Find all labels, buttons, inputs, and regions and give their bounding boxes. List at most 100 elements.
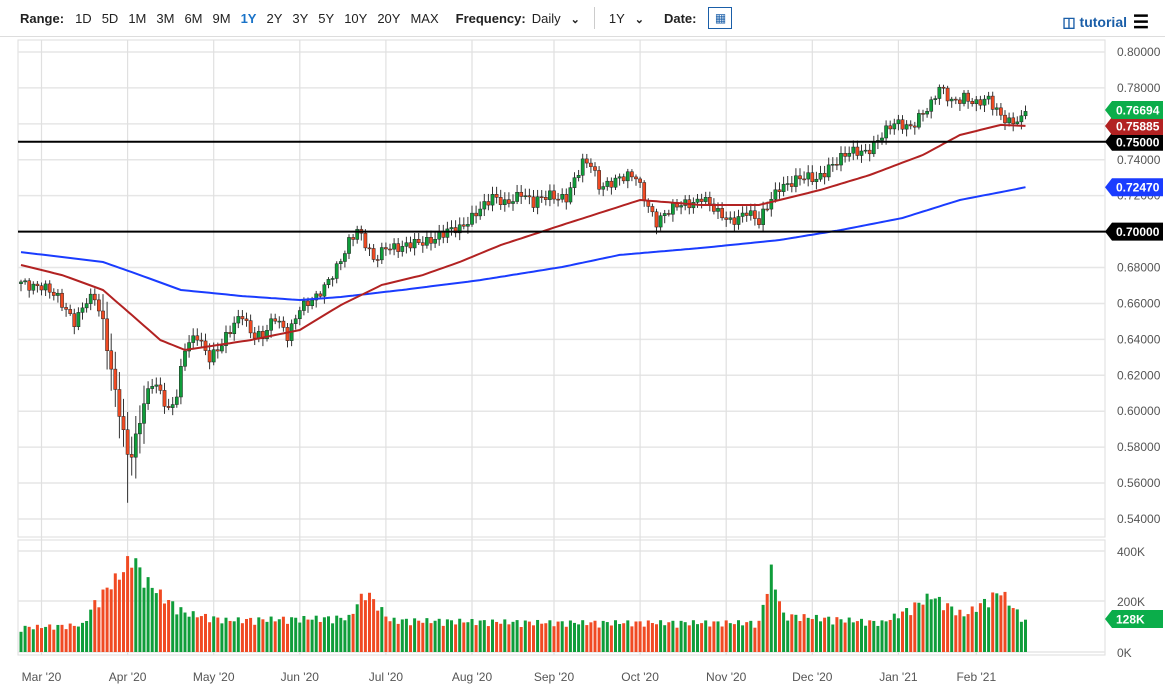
candle: [322, 284, 327, 297]
candle: [240, 316, 245, 320]
volume-bar: [708, 626, 712, 652]
candle: [880, 137, 884, 141]
candle: [937, 86, 942, 99]
price-tick-label: 0.64000: [1117, 332, 1161, 346]
volume-bar: [384, 616, 388, 652]
volume-bar: [478, 620, 482, 652]
volume-bar: [950, 606, 954, 652]
volume-bar: [134, 558, 138, 652]
candle: [802, 178, 806, 181]
tag-label: 0.70000: [1116, 225, 1160, 239]
volume-bar: [675, 627, 679, 652]
volume-bar: [581, 620, 585, 652]
candle: [400, 246, 405, 252]
volume-bar: [220, 623, 224, 652]
candle: [580, 158, 585, 176]
volume-bar: [199, 616, 203, 652]
volume-bar: [89, 609, 93, 652]
volume-bar: [212, 616, 216, 652]
volume-bar: [909, 615, 913, 652]
candle: [138, 423, 142, 435]
candle: [146, 388, 150, 404]
ma200-tag: 0.72470: [1105, 178, 1163, 197]
candle: [630, 171, 634, 178]
volume-bar: [548, 620, 552, 652]
volume-bar: [655, 624, 658, 652]
volume-bar: [142, 587, 146, 652]
volume-bar: [696, 624, 699, 652]
volume-bar: [896, 618, 900, 652]
volume-bar: [765, 593, 769, 652]
candle: [716, 208, 720, 212]
volume-bar: [470, 619, 474, 652]
volume-bar: [179, 607, 183, 652]
volume-bar: [843, 622, 847, 652]
volume-bar: [351, 613, 355, 652]
candle: [576, 175, 581, 178]
candle: [621, 176, 626, 182]
candle: [39, 285, 44, 291]
candle: [1023, 111, 1028, 117]
volume-bar: [667, 622, 671, 652]
volume-bar: [671, 620, 675, 652]
volume-bar: [97, 607, 101, 652]
candle: [917, 113, 921, 128]
volume-bar: [577, 624, 581, 652]
volume-bar: [224, 617, 228, 652]
candle: [420, 242, 425, 246]
candle: [461, 224, 466, 227]
candle: [744, 212, 749, 216]
volume-bar: [683, 622, 687, 652]
volume-bar: [486, 626, 490, 652]
candle: [97, 299, 101, 312]
volume-bar: [728, 623, 732, 652]
candle: [486, 201, 491, 206]
candle: [638, 178, 642, 183]
volume-bar: [999, 595, 1003, 652]
candle: [101, 310, 105, 320]
candle: [363, 232, 368, 249]
volume-bar: [327, 616, 330, 652]
candle: [609, 180, 614, 188]
price-chart[interactable]: 0.800000.780000.760000.740000.720000.700…: [0, 0, 1165, 692]
candle: [379, 247, 384, 261]
candle: [990, 95, 995, 110]
volume-bar: [901, 611, 904, 652]
candle: [605, 180, 610, 187]
candle: [1015, 121, 1020, 125]
candle: [252, 332, 257, 339]
volume-bar: [983, 598, 986, 652]
volume-bar: [298, 622, 302, 652]
level-tag-070: 0.70000: [1105, 222, 1163, 241]
candle: [958, 99, 962, 104]
volume-bar: [523, 620, 527, 652]
volume-bar: [27, 626, 31, 652]
volume-bar: [23, 625, 27, 652]
price-tick-label: 0.60000: [1117, 404, 1161, 418]
candle: [625, 171, 630, 182]
volume-bar: [962, 616, 966, 652]
volume-bar: [101, 589, 105, 652]
volume-bar: [495, 621, 499, 652]
candle: [302, 300, 306, 311]
x-axis-label: Aug '20: [452, 670, 493, 684]
candle: [999, 107, 1003, 116]
volume-bar: [552, 626, 556, 652]
candle: [613, 177, 618, 188]
volume-bar: [814, 614, 818, 652]
volume-bar: [19, 631, 23, 652]
volume-bar: [790, 614, 794, 652]
volume-bar: [31, 629, 35, 652]
candle: [531, 196, 536, 208]
volume-bar: [204, 613, 207, 652]
x-axis-label: Jun '20: [281, 670, 320, 684]
volume-bar: [126, 556, 130, 652]
candle: [142, 403, 146, 424]
volume-bar: [716, 621, 720, 652]
candle: [822, 172, 827, 178]
volume-bar: [704, 620, 708, 652]
candle: [35, 283, 40, 286]
volume-bar: [306, 619, 310, 652]
candle: [847, 152, 852, 157]
volume-bar: [146, 577, 150, 652]
